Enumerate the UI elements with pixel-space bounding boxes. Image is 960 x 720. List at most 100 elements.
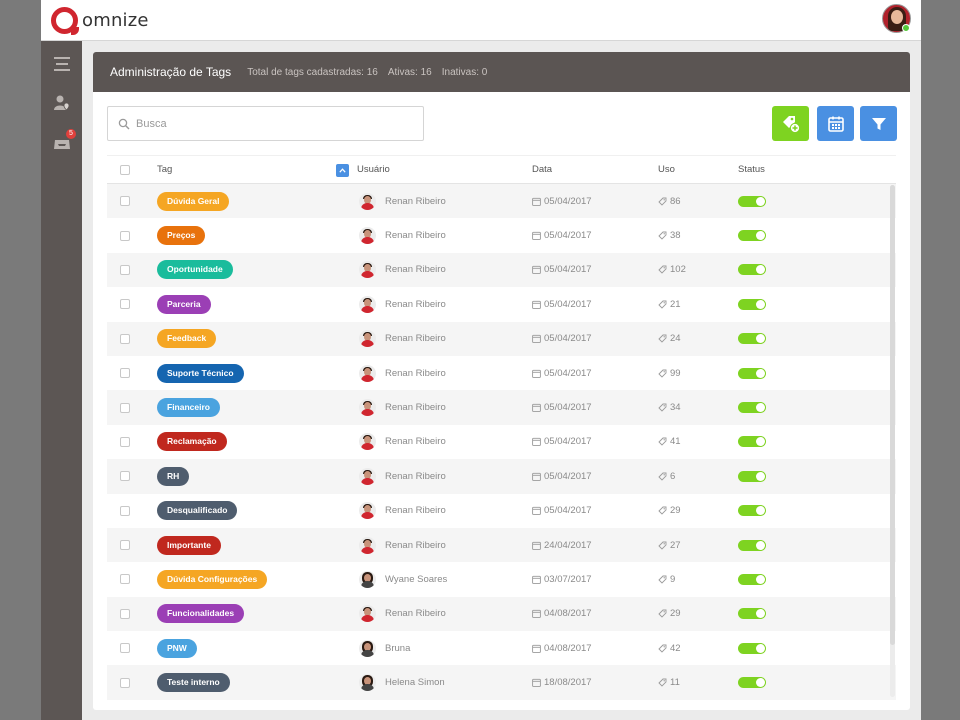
status-toggle[interactable] xyxy=(738,298,766,310)
tag-icon xyxy=(658,609,667,619)
status-toggle[interactable] xyxy=(738,677,766,689)
table-scrollbar[interactable] xyxy=(890,185,895,697)
row-checkbox[interactable] xyxy=(120,677,130,688)
status-toggle[interactable] xyxy=(738,539,766,551)
table-row[interactable]: Oportunidade Renan Ribeiro 05/04/2017 102 xyxy=(107,252,896,288)
table-row[interactable]: Dúvida Configurações Wyane Soares 03/07/20… xyxy=(107,562,896,597)
user-name: Renan Ribeiro xyxy=(385,505,446,517)
tag-pill[interactable]: PNW xyxy=(157,638,197,658)
row-uso: 38 xyxy=(670,230,681,242)
status-toggle[interactable] xyxy=(738,402,766,414)
user-avatar-small xyxy=(359,295,376,313)
user-name: Renan Ribeiro xyxy=(385,608,446,620)
row-checkbox[interactable] xyxy=(120,264,130,275)
status-toggle[interactable] xyxy=(738,436,766,448)
inactive-tags-count: Inativas: 0 xyxy=(441,66,488,78)
search-input[interactable] xyxy=(136,117,406,130)
status-toggle[interactable] xyxy=(738,230,766,242)
tag-pill[interactable]: Dúvida Geral xyxy=(157,191,230,211)
table-row[interactable]: Dúvida Geral Renan Ribeiro 05/04/2017 86 xyxy=(107,184,896,219)
tag-pill[interactable]: RH xyxy=(157,466,190,486)
user-avatar-small xyxy=(359,399,376,417)
add-tag-button[interactable] xyxy=(772,106,809,141)
row-uso: 29 xyxy=(670,505,681,517)
tag-pill[interactable]: Funcionalidades xyxy=(157,604,245,624)
tag-pill[interactable]: Oportunidade xyxy=(157,260,233,280)
row-checkbox[interactable] xyxy=(120,436,130,447)
table-body: Dúvida Geral Renan Ribeiro 05/04/2017 86 Pre… xyxy=(107,184,896,706)
row-checkbox[interactable] xyxy=(120,333,130,344)
table-row[interactable]: PNW Bruna 04/08/2017 42 xyxy=(107,631,896,666)
tag-pill[interactable]: Preços xyxy=(157,226,206,246)
user-location-icon[interactable] xyxy=(52,93,72,113)
row-checkbox[interactable] xyxy=(120,368,130,379)
row-date: 04/08/2017 xyxy=(544,642,592,654)
sort-ascending-button[interactable] xyxy=(336,164,349,177)
tag-pill[interactable]: Teste interno xyxy=(157,673,230,693)
tag-icon xyxy=(658,506,667,515)
table-row[interactable]: Teste interno Helena Simon 18/08/2017 11 xyxy=(107,665,896,700)
user-name: Helena Simon xyxy=(385,677,445,689)
row-checkbox[interactable] xyxy=(120,230,130,241)
user-avatar-small xyxy=(359,674,376,692)
column-uso[interactable]: Uso xyxy=(658,164,675,175)
scrollbar-thumb[interactable] xyxy=(890,185,895,645)
filter-button[interactable] xyxy=(860,106,897,141)
row-checkbox[interactable] xyxy=(120,402,130,413)
table-row[interactable]: Suporte Técnico Renan Ribeiro 05/04/2017 99 xyxy=(107,355,896,391)
row-checkbox[interactable] xyxy=(120,196,130,207)
row-checkbox[interactable] xyxy=(120,608,130,619)
tags-panel: Administração de Tags Total de tags cada… xyxy=(93,52,910,710)
column-tag[interactable]: Tag xyxy=(157,164,172,175)
table-row[interactable]: Parceria Renan Ribeiro 05/04/2017 21 xyxy=(107,287,896,322)
column-user[interactable]: Usuário xyxy=(357,164,390,175)
status-toggle[interactable] xyxy=(738,608,766,620)
tag-pill[interactable]: Feedback xyxy=(157,329,217,349)
table-row[interactable]: Preços Renan Ribeiro 05/04/2017 38 xyxy=(107,218,896,253)
column-status[interactable]: Status xyxy=(738,164,765,175)
menu-icon[interactable] xyxy=(52,54,72,74)
status-toggle[interactable] xyxy=(738,505,766,517)
search-box[interactable] xyxy=(107,106,424,141)
tag-pill[interactable]: Dúvida Configurações xyxy=(157,569,268,589)
select-all-checkbox[interactable] xyxy=(120,164,130,175)
row-checkbox[interactable] xyxy=(120,299,130,310)
calendar-button[interactable] xyxy=(817,106,854,141)
row-date: 04/08/2017 xyxy=(544,608,592,620)
row-checkbox[interactable] xyxy=(120,471,130,482)
tag-icon xyxy=(658,575,667,584)
tag-pill[interactable]: Importante xyxy=(157,535,221,555)
tag-pill[interactable]: Suporte Técnico xyxy=(157,363,244,383)
status-toggle[interactable] xyxy=(738,195,766,207)
inbox-icon[interactable]: 5 xyxy=(52,129,76,153)
calendar-icon xyxy=(532,231,541,240)
status-toggle[interactable] xyxy=(738,264,766,276)
table-row[interactable]: Funcionalidades Renan Ribeiro 04/08/2017 29 xyxy=(107,596,896,632)
table-row[interactable]: RH Renan Ribeiro 05/04/2017 6 xyxy=(107,459,896,494)
tag-pill[interactable]: Desqualificado xyxy=(157,501,238,521)
table-row[interactable]: Importante Renan Ribeiro 24/04/2017 27 xyxy=(107,527,896,563)
omnize-logo[interactable]: omnize xyxy=(51,4,149,36)
tag-pill[interactable]: Reclamação xyxy=(157,432,227,452)
row-checkbox[interactable] xyxy=(120,574,130,585)
row-uso: 6 xyxy=(670,470,676,482)
tag-pill[interactable]: Parceria xyxy=(157,294,211,314)
status-toggle[interactable] xyxy=(738,470,766,482)
status-toggle[interactable] xyxy=(738,367,766,379)
table-row[interactable]: Desqualificado Renan Ribeiro 05/04/2017 29 xyxy=(107,493,896,528)
row-checkbox[interactable] xyxy=(120,643,130,654)
table-row[interactable]: Reclamação Renan Ribeiro 05/04/2017 41 xyxy=(107,424,896,460)
active-tags-count: Ativas: 16 xyxy=(387,66,432,78)
table-row[interactable]: Financeiro Renan Ribeiro 05/04/2017 34 xyxy=(107,390,896,425)
status-toggle[interactable] xyxy=(738,642,766,654)
status-toggle[interactable] xyxy=(738,573,766,585)
status-toggle[interactable] xyxy=(738,333,766,345)
table-row[interactable]: Feedback Renan Ribeiro 05/04/2017 24 xyxy=(107,321,896,356)
column-date[interactable]: Data xyxy=(532,164,552,175)
calendar-icon xyxy=(532,541,541,550)
row-checkbox[interactable] xyxy=(120,540,130,551)
online-status-icon xyxy=(902,24,910,32)
user-avatar-small xyxy=(359,261,376,279)
tag-pill[interactable]: Financeiro xyxy=(157,398,220,418)
row-checkbox[interactable] xyxy=(120,505,130,516)
